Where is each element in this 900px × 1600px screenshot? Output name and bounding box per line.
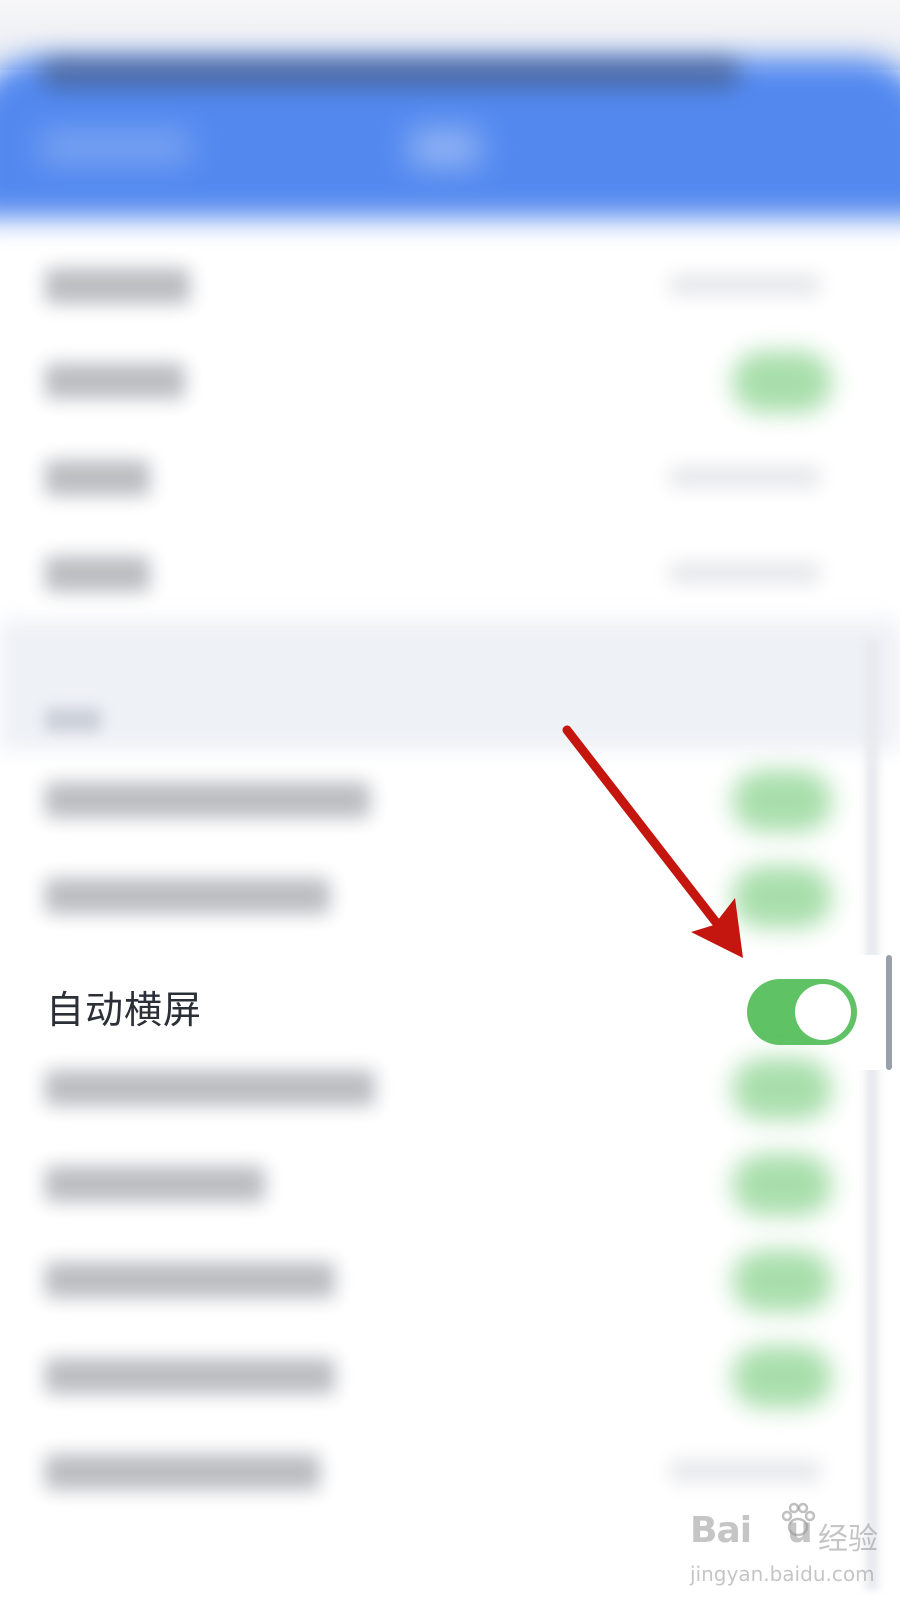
annotation-arrow-icon bbox=[562, 725, 743, 958]
baidu-jingyan-watermark: Bai u 经验 jingyan.baidu.com bbox=[690, 1500, 880, 1592]
watermark-url: jingyan.baidu.com bbox=[690, 1562, 875, 1586]
paw-logo-icon bbox=[781, 1502, 816, 1537]
watermark-cn: 经验 bbox=[818, 1522, 878, 1557]
